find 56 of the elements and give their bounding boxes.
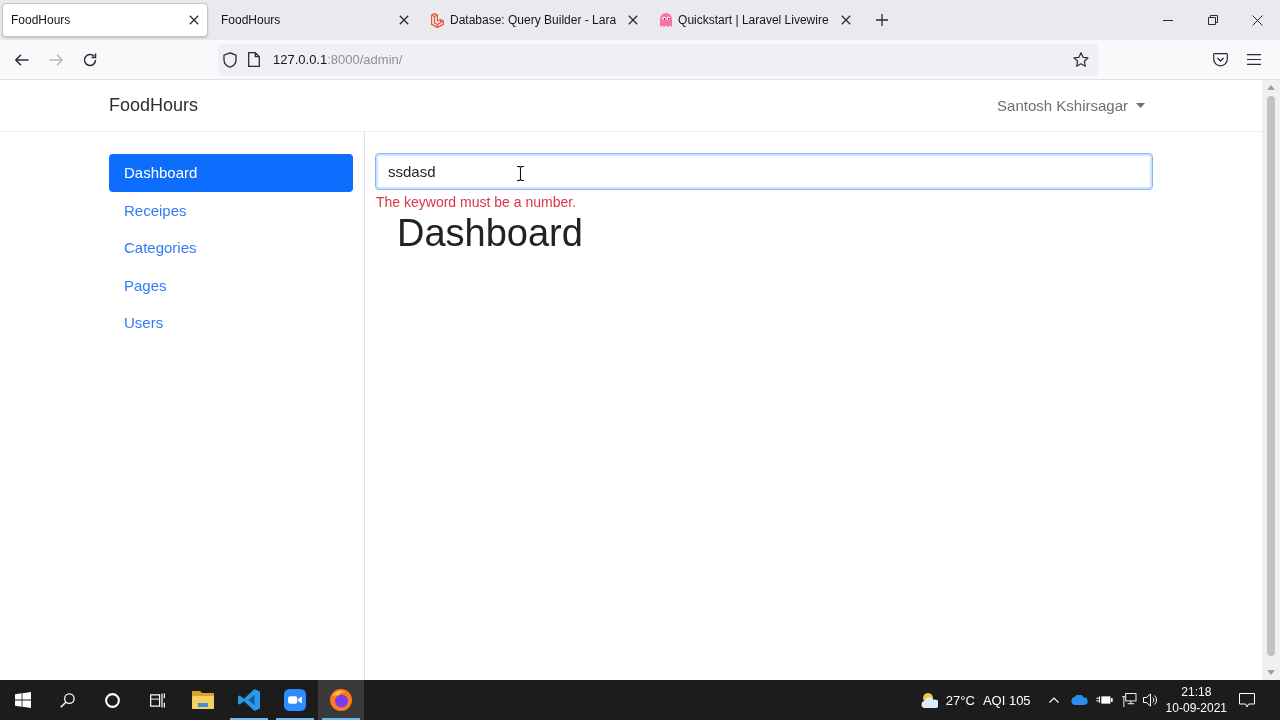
clock-date: 10-09-2021 (1165, 700, 1227, 716)
minimize-icon[interactable] (1162, 19, 1173, 21)
user-menu-link[interactable]: Santosh Kshirsagar (989, 89, 1153, 122)
video-camera-icon (284, 689, 306, 711)
back-icon[interactable] (15, 53, 29, 66)
browser-tab[interactable]: FoodHours (2, 3, 208, 37)
search-icon[interactable] (60, 692, 75, 708)
sidebar-link[interactable]: Dashboard (109, 154, 353, 192)
url-text: 127.0.0.1:8000/admin/ (273, 52, 404, 67)
sidebar-link[interactable]: Pages (109, 266, 353, 304)
browser-tab[interactable]: FoodHours (212, 3, 418, 37)
code-editor-icon (238, 689, 260, 711)
page-icon[interactable] (248, 52, 260, 67)
restore-icon[interactable] (1207, 15, 1218, 25)
close-icon[interactable] (399, 15, 409, 25)
temperature-text: 27°C (945, 692, 975, 708)
text-cursor-icon (517, 166, 524, 181)
close-icon[interactable] (1252, 14, 1263, 26)
page-heading: Dashboard (397, 211, 583, 256)
clock-time: 21:18 (1181, 684, 1212, 700)
plus-icon[interactable] (875, 14, 888, 26)
battery-plug-icon[interactable] (1095, 695, 1113, 705)
browser-tab[interactable]: Quickstart | Laravel Livewire (651, 3, 860, 37)
sun-cloud-icon[interactable] (919, 692, 938, 708)
start-icon[interactable] (14, 692, 31, 708)
ghost-icon (660, 13, 673, 27)
cube-icon (431, 12, 444, 28)
shield-icon[interactable] (223, 51, 237, 68)
scrollbar-thumb[interactable] (1267, 96, 1275, 656)
cloud-icon[interactable] (1070, 695, 1088, 705)
scrollbar[interactable] (1262, 80, 1280, 680)
sidebar-link[interactable]: Users (109, 304, 353, 342)
close-icon[interactable] (189, 15, 199, 25)
aqi-text: AQI 105 (982, 692, 1031, 708)
chevron-up-icon[interactable] (1048, 697, 1059, 703)
keyword-input-field[interactable]: ssdasd (375, 153, 1153, 190)
caret-icon[interactable] (1136, 103, 1145, 108)
speaker-icon[interactable] (1142, 693, 1157, 707)
circle-icon[interactable] (105, 692, 120, 708)
error-message: The keyword must be a number. (376, 194, 576, 211)
sidebar-link[interactable]: Receipes (109, 191, 353, 229)
speech-bubble-icon[interactable] (1239, 692, 1255, 708)
folder-icon (192, 691, 214, 709)
sidebar-link[interactable]: Categories (109, 229, 353, 267)
brand-link[interactable]: FoodHours (109, 95, 199, 116)
chevron-badge-icon[interactable] (1212, 52, 1228, 67)
close-icon[interactable] (628, 15, 639, 25)
task-view-icon[interactable] (150, 692, 165, 708)
menu-icon[interactable] (1247, 54, 1261, 65)
address-field[interactable]: 127.0.0.1:8000/admin/ (218, 43, 1098, 76)
network-icon[interactable] (1120, 693, 1137, 707)
reload-icon[interactable] (83, 52, 97, 67)
browser-tab[interactable]: Database: Query Builder - Lara (422, 3, 648, 37)
close-icon[interactable] (840, 15, 851, 25)
star-icon[interactable] (1073, 52, 1089, 67)
globe-icon (330, 689, 352, 711)
